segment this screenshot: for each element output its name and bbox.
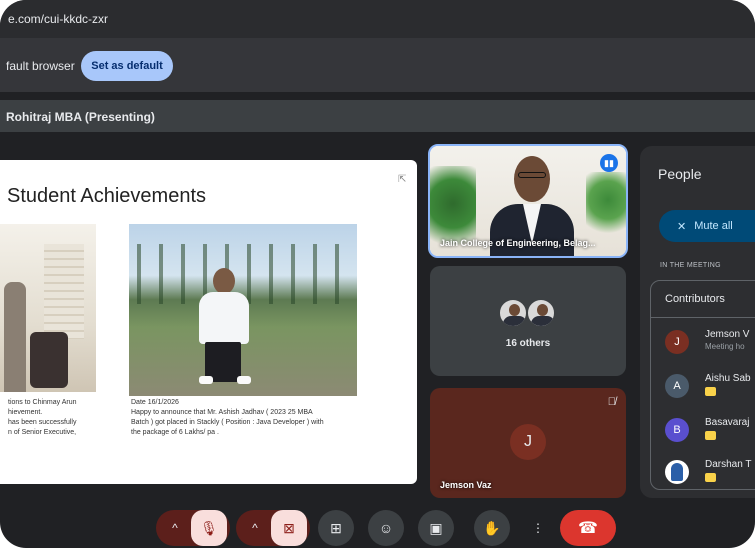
url-text[interactable]: e.com/cui-kkdc-zxr [8,12,108,26]
caption-line: hievement. [8,409,43,416]
presenting-bar: Rohitraj MBA (Presenting) [0,100,755,132]
set-as-default-button[interactable]: Set as default [81,51,173,81]
door-shape [44,244,84,339]
caption-line: the package of 6 Lakhs/ pa . [131,429,219,436]
mute-all-label: Mute all [694,220,733,232]
meet-window: e.com/cui-kkdc-zxr fault browser Set as … [0,0,755,548]
avatar-body [503,316,526,326]
badge-icon [705,473,716,482]
slide-title: Student Achievements [7,185,207,207]
mic-off-button[interactable]: 🎙 [191,510,227,546]
avatar-head [509,304,520,316]
participant-name: Aishu Sab [705,373,751,384]
participant-name: Jemson Vaz [440,480,492,490]
caption-line: Happy to announce that Mr. Ashish Jadhav… [131,409,313,416]
presenting-label: Rohitraj MBA (Presenting) [6,110,155,124]
captions-icon: ▣ [429,519,443,536]
camera-off-button[interactable]: ⊠ [271,510,307,546]
caption-line: Batch ) got placed in Stackly ( Position… [131,419,324,426]
achievement-photo-right [129,224,357,396]
participant-role: Meeting ho [705,342,745,351]
shared-slide: Student Achievements ⇱ tions to Chinmay … [0,160,417,484]
badge-icon [705,431,716,440]
raise-hand-button[interactable]: ✋ [474,510,510,546]
participant-name: Basavaraj [705,417,750,428]
caption-line: has been successfully [8,419,77,426]
camera-control-group: ^ ⊠ [236,510,310,546]
others-tile[interactable]: 16 others [430,266,626,376]
participant-row[interactable]: Darshan T [665,457,755,487]
avatar [526,298,556,328]
address-bar[interactable]: e.com/cui-kkdc-zxr [0,0,755,38]
people-panel: People ✕ Mute all IN THE MEETING Contrib… [640,146,755,498]
contributors-heading[interactable]: Contributors [665,293,725,305]
present-icon: ⊞ [330,519,342,536]
mic-control-group: ^ 🎙 [156,510,230,546]
chair-shape [30,332,68,388]
emoji-icon: ☺ [378,520,394,536]
avatar-body [531,316,554,326]
student-head [213,268,235,294]
present-button[interactable]: ⊞ [318,510,354,546]
camera-options-chevron-icon[interactable]: ^ [239,510,271,546]
student-jacket [199,292,249,344]
in-meeting-heading: IN THE MEETING [660,262,721,269]
avatar [498,298,528,328]
caption-left: tions to Chinmay Arun hievement. has bee… [8,398,98,438]
mic-off-icon: 🎙̸ [607,396,616,408]
badge-icon [705,387,716,396]
caption-line: n of Senior Executive, [8,429,77,436]
speaker-glasses [518,172,546,178]
avatar: J [510,424,546,460]
avatar-head [537,304,548,316]
end-call-button[interactable]: ☎ [560,510,616,546]
divider [651,317,755,318]
participant-row[interactable]: J Jemson V Meeting ho [665,327,755,357]
mic-off-icon: ✕ [677,220,687,233]
avatar [665,460,689,484]
infobar-message: fault browser [6,59,75,73]
caption-line: tions to Chinmay Arun [8,399,77,406]
contributors-section: Contributors J Jemson V Meeting ho A Ais… [650,280,755,490]
person-shape [4,282,26,392]
avatar: B [665,418,689,442]
participant-row[interactable]: B Basavaraj [665,415,755,445]
speaker-tile[interactable]: ▮▮ Jain College of Engineering, Belag... [428,144,628,258]
student-shoe [199,376,213,384]
participant-name: Jemson V [705,329,750,340]
more-vert-icon: ⋮ [532,521,544,535]
participant-row[interactable]: A Aishu Sab [665,371,755,401]
avatar: A [665,374,689,398]
speaker-head [514,156,550,202]
end-call-icon: ☎ [578,520,598,537]
mic-off-icon: 🎙 [200,519,218,536]
caption-right: Date 16/1/2026 Happy to announce that Mr… [131,398,363,438]
more-options-button[interactable]: ⋮ [526,510,550,546]
speaking-indicator-icon: ▮▮ [600,154,618,172]
others-count: 16 others [505,338,551,349]
emoji-button[interactable]: ☺ [368,510,404,546]
mic-options-chevron-icon[interactable]: ^ [159,510,191,546]
call-controls: ^ 🎙 ^ ⊠ ⊞ ☺ ▣ ✋ ⋮ ☎ [0,510,755,548]
achievement-photo-left [0,224,96,392]
speaker-name: Jain College of Engineering, Belag... [440,238,596,248]
captions-button[interactable]: ▣ [418,510,454,546]
caption-line: Date 16/1/2026 [131,399,179,406]
cursor-icon: ⇱ [398,174,407,185]
camera-off-icon: ⊠ [283,519,295,536]
student-shoe [237,376,251,384]
avatar: J [665,330,689,354]
raise-hand-icon: ✋ [483,519,501,536]
participant-name: Darshan T [705,459,752,470]
plant-shape [586,172,626,242]
mute-all-button[interactable]: ✕ Mute all [659,210,755,242]
panel-title: People [658,166,702,182]
jemson-tile[interactable]: 🎙̸ J Jemson Vaz [430,388,626,498]
